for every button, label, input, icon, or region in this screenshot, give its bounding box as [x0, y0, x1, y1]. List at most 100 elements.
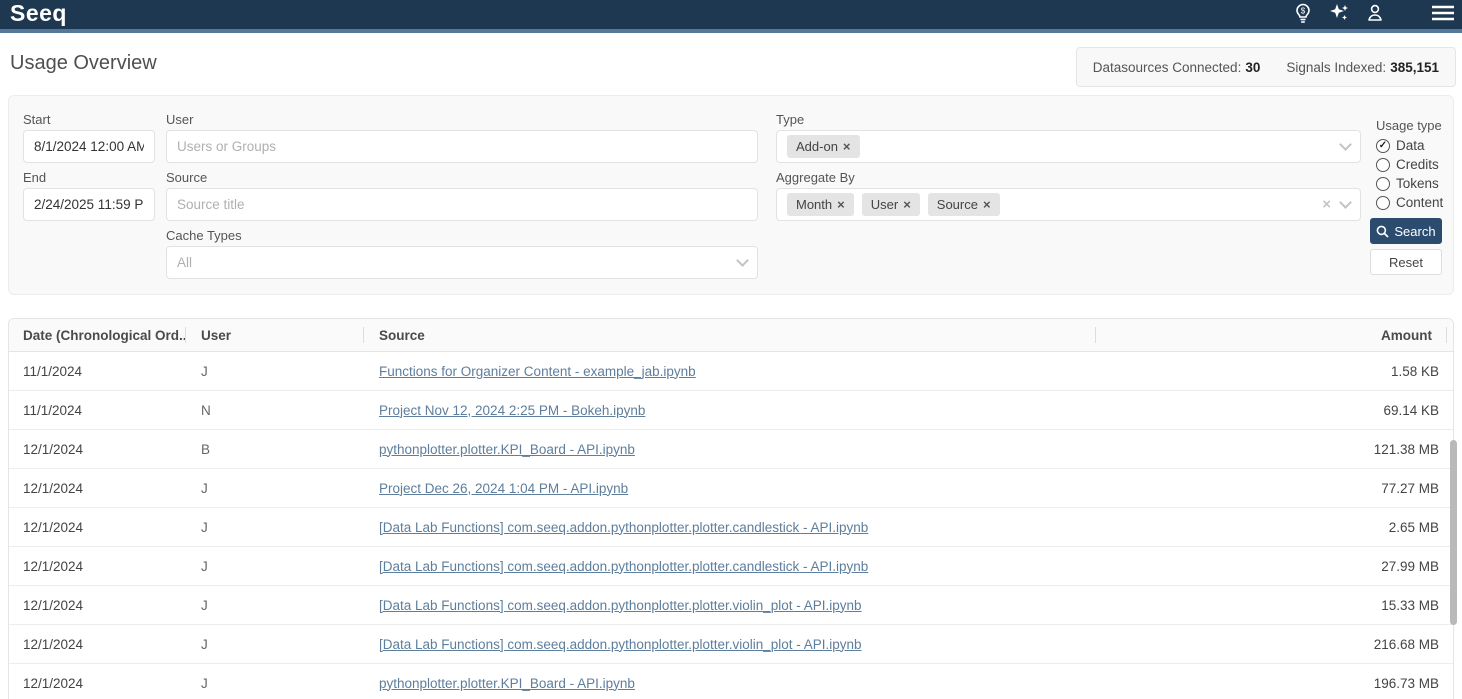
- cell-date: 12/1/2024: [9, 676, 185, 691]
- chevron-down-icon[interactable]: [1339, 196, 1352, 209]
- radio-label: Content: [1396, 195, 1443, 210]
- radio-icon[interactable]: [1376, 158, 1390, 172]
- chip-remove-icon[interactable]: ×: [837, 197, 845, 212]
- table-row: 11/1/2024 J Functions for Organizer Cont…: [9, 352, 1453, 391]
- signals-indexed-value: 385,151: [1390, 60, 1439, 75]
- chip-remove-icon[interactable]: ×: [903, 197, 911, 212]
- usage-type-options: ✓ Data Credits Tokens Content: [1376, 136, 1443, 212]
- start-label: Start: [23, 112, 50, 127]
- table-row: 12/1/2024 J [Data Lab Functions] com.see…: [9, 508, 1453, 547]
- cache-types-select[interactable]: [166, 246, 758, 279]
- radio-label: Credits: [1396, 157, 1439, 172]
- cell-amount: 77.27 MB: [1096, 481, 1453, 496]
- cell-amount: 121.38 MB: [1096, 442, 1453, 457]
- source-link[interactable]: [Data Lab Functions] com.seeq.addon.pyth…: [379, 637, 862, 652]
- source-field: [166, 188, 758, 221]
- source-link[interactable]: pythonplotter.plotter.KPI_Board - API.ip…: [379, 442, 635, 457]
- cell-user: J: [186, 598, 363, 613]
- user-icon[interactable]: [1364, 2, 1386, 24]
- usage-table: Date (Chronological Ord... User Source A…: [8, 318, 1454, 699]
- filter-chip[interactable]: Month×: [787, 193, 854, 216]
- source-label: Source: [166, 170, 207, 185]
- column-header-amount[interactable]: Amount: [1096, 328, 1446, 343]
- usage-type-radio[interactable]: ✓ Data: [1376, 136, 1443, 155]
- cell-date: 12/1/2024: [9, 520, 185, 535]
- radio-icon[interactable]: ✓: [1376, 139, 1390, 153]
- radio-label: Data: [1396, 138, 1425, 153]
- lightbulb-dollar-icon[interactable]: $: [1292, 2, 1314, 24]
- search-button[interactable]: Search: [1370, 218, 1442, 244]
- column-divider[interactable]: [1446, 327, 1447, 343]
- table-row: 11/1/2024 N Project Nov 12, 2024 2:25 PM…: [9, 391, 1453, 430]
- datasources-connected-stat: Datasources Connected:30: [1093, 60, 1261, 75]
- source-link[interactable]: [Data Lab Functions] com.seeq.addon.pyth…: [379, 520, 868, 535]
- cell-user: B: [186, 442, 363, 457]
- table-row: 12/1/2024 J pythonplotter.plotter.KPI_Bo…: [9, 664, 1453, 699]
- cell-source: pythonplotter.plotter.KPI_Board - API.ip…: [364, 442, 1095, 457]
- cell-source: Project Dec 26, 2024 1:04 PM - API.ipynb: [364, 481, 1095, 496]
- source-link[interactable]: [Data Lab Functions] com.seeq.addon.pyth…: [379, 598, 862, 613]
- source-link[interactable]: pythonplotter.plotter.KPI_Board - API.ip…: [379, 676, 635, 691]
- search-icon: [1376, 225, 1389, 238]
- sparkles-icon[interactable]: [1328, 2, 1350, 24]
- seeq-logo[interactable]: Seeq: [8, 0, 67, 26]
- page-title: Usage Overview: [10, 52, 157, 75]
- user-input[interactable]: [177, 139, 747, 154]
- cell-source: Functions for Organizer Content - exampl…: [364, 364, 1095, 379]
- usage-type-radio[interactable]: Tokens: [1376, 174, 1443, 193]
- chevron-down-icon[interactable]: [1339, 138, 1352, 151]
- cell-user: J: [186, 364, 363, 379]
- start-date-input[interactable]: [34, 139, 144, 154]
- cell-user: J: [186, 676, 363, 691]
- source-link[interactable]: Project Dec 26, 2024 1:04 PM - API.ipynb: [379, 481, 628, 496]
- source-link[interactable]: [Data Lab Functions] com.seeq.addon.pyth…: [379, 559, 868, 574]
- cell-amount: 27.99 MB: [1096, 559, 1453, 574]
- cache-types-label: Cache Types: [166, 228, 242, 243]
- cell-date: 12/1/2024: [9, 481, 185, 496]
- end-label: End: [23, 170, 46, 185]
- vertical-scrollbar[interactable]: [1450, 440, 1457, 625]
- user-label: User: [166, 112, 193, 127]
- source-link[interactable]: Project Nov 12, 2024 2:25 PM - Bokeh.ipy…: [379, 403, 645, 418]
- svg-text:$: $: [1301, 6, 1306, 15]
- clear-selection-icon[interactable]: ×: [1322, 196, 1331, 213]
- signals-indexed-stat: Signals Indexed:385,151: [1286, 60, 1439, 75]
- column-header-user[interactable]: User: [186, 328, 363, 343]
- table-row: 12/1/2024 J [Data Lab Functions] com.see…: [9, 586, 1453, 625]
- type-multiselect[interactable]: Add-on×: [776, 130, 1361, 163]
- chip-remove-icon[interactable]: ×: [983, 197, 991, 212]
- filter-chip[interactable]: Source×: [928, 193, 1000, 216]
- datasources-connected-value: 30: [1245, 60, 1260, 75]
- top-navbar: Seeq $: [0, 0, 1462, 33]
- end-date-field: [23, 188, 155, 221]
- cell-amount: 2.65 MB: [1096, 520, 1453, 535]
- cell-user: J: [186, 637, 363, 652]
- start-date-field: [23, 130, 155, 163]
- radio-icon[interactable]: [1376, 196, 1390, 210]
- radio-icon[interactable]: [1376, 177, 1390, 191]
- navbar-icons: $: [1292, 2, 1454, 24]
- column-header-date[interactable]: Date (Chronological Ord...: [9, 328, 185, 343]
- table-row: 12/1/2024 J Project Dec 26, 2024 1:04 PM…: [9, 469, 1453, 508]
- cache-types-input[interactable]: [177, 255, 738, 270]
- aggregate-by-multiselect[interactable]: Month× User× Source× ×: [776, 188, 1361, 221]
- filter-chip[interactable]: Add-on×: [787, 135, 860, 158]
- source-input[interactable]: [177, 197, 747, 212]
- chip-remove-icon[interactable]: ×: [843, 139, 851, 154]
- reset-button[interactable]: Reset: [1370, 249, 1442, 275]
- usage-type-radio[interactable]: Credits: [1376, 155, 1443, 174]
- chevron-down-icon[interactable]: [736, 254, 749, 267]
- radio-label: Tokens: [1396, 176, 1439, 191]
- cell-amount: 69.14 KB: [1096, 403, 1453, 418]
- menu-icon[interactable]: [1432, 2, 1454, 24]
- cell-amount: 15.33 MB: [1096, 598, 1453, 613]
- filter-chip[interactable]: User×: [862, 193, 920, 216]
- end-date-input[interactable]: [34, 197, 144, 212]
- column-header-source[interactable]: Source: [364, 328, 1095, 343]
- source-link[interactable]: Functions for Organizer Content - exampl…: [379, 364, 696, 379]
- usage-type-radio[interactable]: Content: [1376, 193, 1443, 212]
- table-body: 11/1/2024 J Functions for Organizer Cont…: [9, 352, 1453, 699]
- cell-date: 12/1/2024: [9, 637, 185, 652]
- usage-type-group: Usage type ✓ Data Credits Tokens Content: [1376, 118, 1443, 212]
- cell-date: 12/1/2024: [9, 559, 185, 574]
